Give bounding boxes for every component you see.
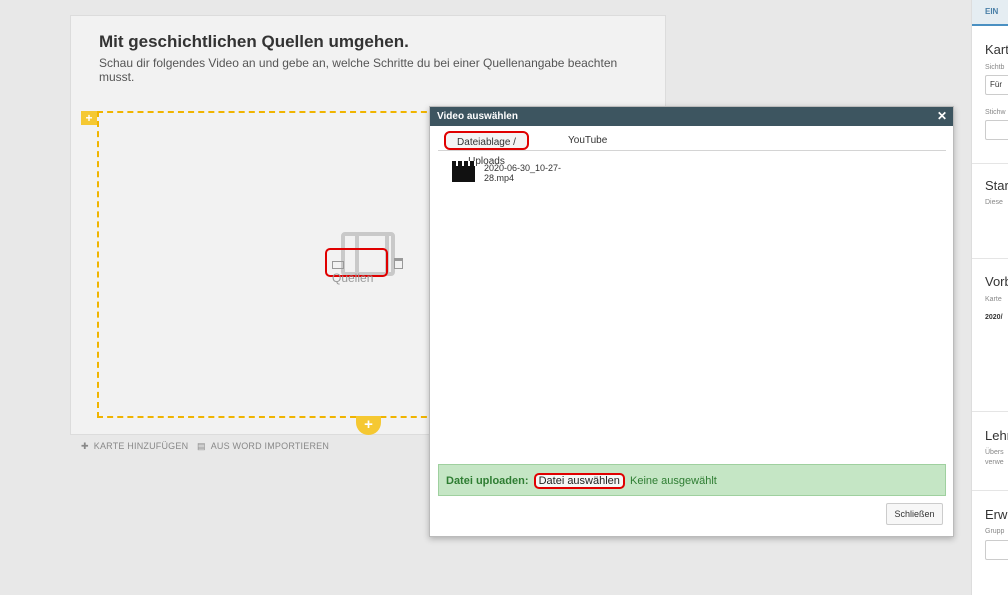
card-description[interactable]: Schau dir folgendes Video an und gebe an…: [99, 56, 629, 84]
upload-label: Datei uploaden:: [446, 475, 529, 487]
teacher-desc-1: Übers: [985, 449, 1004, 456]
add-card-link[interactable]: ✚ KARTE HINZUFÜGEN: [81, 441, 188, 452]
keywords-label: Stichw: [985, 109, 1006, 116]
right-panel: EIN Kart Sichtb Für Stichw Star Diese Vo…: [971, 0, 1008, 595]
video-select-dialog: Video auswählen ✕ Dateiablage / Uploads …: [429, 106, 954, 537]
file-name: 2020-06-30_10-27-28.mp4: [484, 163, 562, 183]
divider: [972, 411, 1008, 412]
close-button[interactable]: Schließen: [886, 503, 943, 525]
section-extended: Erw: [985, 507, 1008, 522]
import-word-link[interactable]: ▤ AUS WORD IMPORTIEREN: [197, 441, 329, 452]
choose-file-button[interactable]: Datei auswählen: [533, 473, 625, 489]
sources-label: Quellen: [332, 271, 374, 285]
section-prev: Vorb: [985, 274, 1008, 289]
teacher-desc-2: verwe: [985, 459, 1004, 466]
close-icon[interactable]: ✕: [937, 107, 947, 126]
divider: [972, 163, 1008, 164]
tab-youtube[interactable]: YouTube: [558, 131, 617, 150]
trash-icon[interactable]: [394, 258, 403, 269]
tab-uploads[interactable]: Dateiablage / Uploads: [444, 131, 529, 167]
document-icon: ▤: [197, 441, 206, 451]
keywords-input[interactable]: [985, 120, 1008, 140]
no-file-text: Keine ausgewählt: [629, 475, 717, 487]
card-title[interactable]: Mit geschichtlichen Quellen umgehen.: [99, 32, 409, 52]
divider: [972, 258, 1008, 259]
start-desc: Diese: [985, 199, 1003, 206]
visibility-select[interactable]: Für: [985, 75, 1008, 95]
tab-settings[interactable]: EIN: [972, 0, 1008, 26]
section-card: Kart: [985, 42, 1008, 57]
divider: [972, 490, 1008, 491]
import-word-label: AUS WORD IMPORTIEREN: [210, 441, 330, 451]
dialog-tabs: Dateiablage / Uploads YouTube: [438, 129, 946, 167]
prev-card-label: Karte: [985, 296, 1002, 303]
video-file-icon: [452, 161, 475, 182]
film-icon: [332, 260, 344, 269]
dialog-header: Video auswählen ✕: [430, 107, 953, 126]
prev-date: 2020/: [985, 314, 1003, 321]
upload-bar: Datei uploaden: Datei auswählen Keine au…: [438, 464, 946, 496]
dialog-title: Video auswählen: [437, 111, 518, 122]
plus-icon: ✚: [81, 441, 89, 451]
visibility-label: Sichtb: [985, 64, 1005, 71]
section-start: Star: [985, 178, 1008, 193]
section-teacher: Lehr: [985, 428, 1008, 443]
add-card-label: KARTE HINZUFÜGEN: [93, 441, 189, 451]
sources-button[interactable]: Quellen: [325, 248, 388, 285]
file-item[interactable]: 2020-06-30_10-27-28.mp4: [452, 161, 572, 193]
group-input[interactable]: [985, 540, 1008, 560]
group-label: Grupp: [985, 528, 1005, 535]
add-block-plus-icon[interactable]: +: [81, 111, 97, 125]
